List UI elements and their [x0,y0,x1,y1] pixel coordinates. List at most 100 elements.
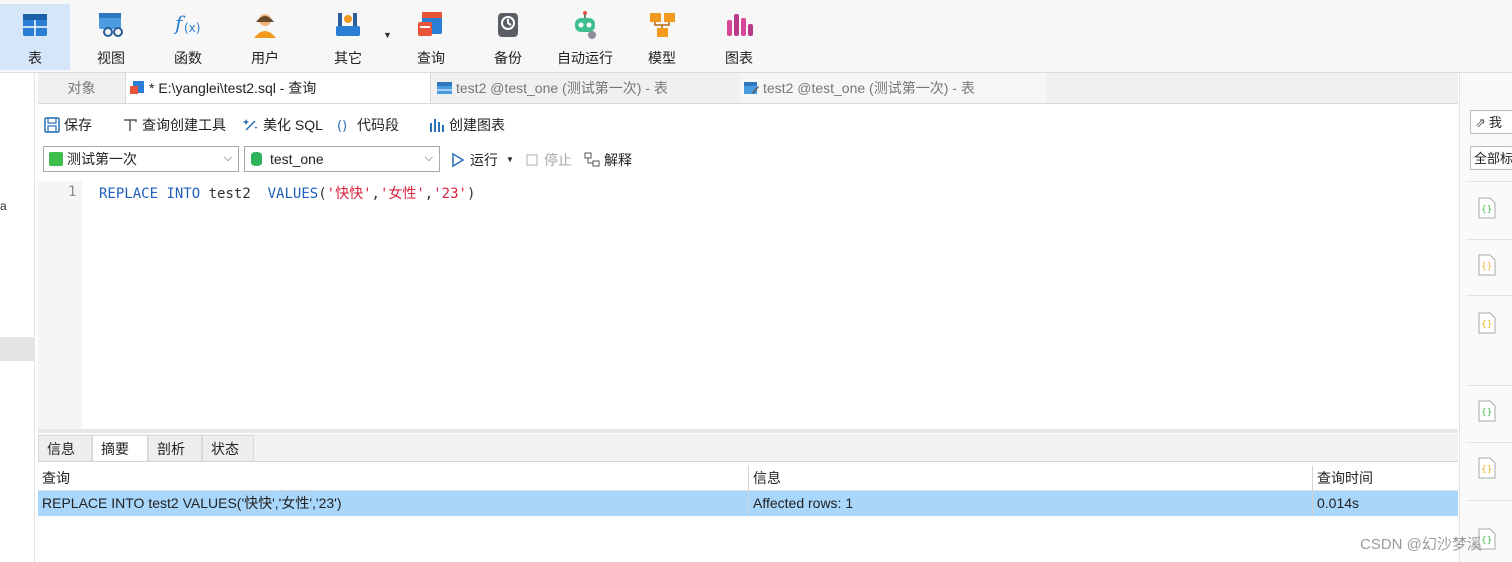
divider [1466,500,1512,501]
tab-objects-label: 对象 [67,80,96,96]
connection-select-value: 测试第一次 [67,151,137,167]
divider [1466,181,1512,182]
beautify-sql-label: 美化 SQL [263,117,323,133]
toolbar-user-button[interactable]: 用户 [230,4,300,70]
column-header-query[interactable]: 查询 [38,466,748,490]
query-file-icon [130,75,145,94]
save-button[interactable]: 保存 [44,115,92,135]
run-label: 运行 [470,152,498,168]
sql-paren: ( [318,186,327,202]
left-panel-selected-item[interactable] [0,337,34,361]
function-icon: f (x) [173,10,203,40]
chart-bars-icon [429,117,445,133]
left-navigation-panel: a [0,73,35,562]
query-builder-button[interactable]: 查询创建工具 [122,115,226,135]
code-snippet-button[interactable]: () 代码段 [337,115,399,135]
tab-table-test2-1[interactable]: test2 @test_one (测试第一次) - 表 [433,73,739,103]
save-label: 保存 [64,117,92,133]
run-button[interactable]: 运行 ▼ [450,150,514,170]
tab-info[interactable]: 信息 [38,435,92,461]
sql-code-line[interactable]: REPLACE INTO test2 VALUES('快快','女性','23'… [99,183,475,203]
right-panel-button[interactable]: ⇗ 我 [1470,110,1512,134]
tab-status[interactable]: 状态 [202,435,254,461]
sql-string: '23' [433,186,467,202]
toolbar-automation-button[interactable]: 自动运行 [550,4,620,70]
result-tab-bar: 信息 摘要 剖析 状态 [38,434,1458,462]
tab-objects[interactable]: 对象 [38,73,125,103]
toolbar-view-button[interactable]: 视图 [76,4,146,70]
connection-row: 测试第一次 ⌵ test_one ⌵ 运行 ▼ 停止 解释 [38,146,1458,174]
right-panel-filter-select[interactable]: 全部标 [1470,146,1512,170]
run-dropdown-caret-icon[interactable]: ▼ [506,150,514,170]
sql-paren: ) [466,186,476,202]
toolbar-model-label: 模型 [648,50,676,66]
stop-button[interactable]: 停止 [524,150,572,170]
other-tools-icon [333,10,363,40]
view-icon [96,10,126,40]
column-divider[interactable] [1312,466,1313,516]
snippet-file-icon[interactable]: {} [1478,400,1496,422]
editor-results-splitter[interactable] [38,429,1458,433]
tab-table-test2-2[interactable]: test2 @test_one (测试第一次) - 表 [740,73,1046,103]
table-edit-icon [744,75,759,94]
snippet-file-icon[interactable]: {} [1478,197,1496,219]
toolbar-table-button[interactable]: 表 [0,4,70,70]
snippet-file-icon[interactable]: {} [1478,312,1496,334]
column-header-info[interactable]: 信息 [749,466,1312,490]
table-icon [437,75,452,94]
toolbar-function-label: 函数 [174,50,202,66]
toolbar-user-label: 用户 [251,50,279,66]
sql-keyword: VALUES [267,186,319,202]
database-select-value: test_one [270,151,324,167]
connection-select[interactable]: 测试第一次 ⌵ [43,146,239,172]
svg-text:{}: {} [1481,536,1492,546]
backup-icon [493,10,523,40]
toolbar-backup-button[interactable]: 备份 [473,4,543,70]
tab-profile[interactable]: 剖析 [148,435,202,461]
beautify-sql-button[interactable]: 美化 SQL [243,115,323,135]
tab-query-test2[interactable]: * E:\yanglei\test2.sql - 查询 [125,73,431,103]
chevron-down-icon: ⌵ [223,152,232,164]
other-dropdown-caret-icon[interactable]: ▼ [383,30,392,40]
database-select[interactable]: test_one ⌵ [244,146,440,172]
tab-table-2-label: test2 @test_one (测试第一次) - 表 [763,80,975,96]
column-divider[interactable] [748,466,749,516]
sql-editor[interactable]: 1 REPLACE INTO test2 VALUES('快快','女性','2… [38,181,1458,429]
toolbar-chart-button[interactable]: 图表 [704,4,774,70]
tab-status-label: 状态 [211,441,239,457]
svg-text:(x): (x) [184,21,200,35]
code-snippet-label: 代码段 [357,117,399,133]
document-tab-bar: 对象 * E:\yanglei\test2.sql - 查询 test2 @te… [38,73,1458,104]
save-icon [44,117,60,133]
toolbar-automation-label: 自动运行 [557,50,613,66]
snippet-file-icon[interactable]: {} [1478,457,1496,479]
snippet-file-icon[interactable]: {} [1478,254,1496,276]
create-chart-button[interactable]: 创建图表 [429,115,505,135]
tab-summary[interactable]: 摘要 [92,435,148,461]
svg-text:{}: {} [1481,320,1492,330]
tab-info-label: 信息 [47,441,75,457]
stop-icon [524,152,540,168]
sql-keyword: INTO [166,186,201,202]
toolbar-function-button[interactable]: f (x) 函数 [153,4,223,70]
chevron-down-icon: ⌵ [424,152,433,164]
tab-table-1-label: test2 @test_one (测试第一次) - 表 [456,80,668,96]
results-table: 查询 信息 查询时间 REPLACE INTO test2 VALUES('快快… [38,466,1458,562]
toolbar-query-button[interactable]: 查询 [396,4,466,70]
sql-keyword: REPLACE [99,186,159,202]
connection-leaf-icon [49,152,63,166]
user-icon [250,10,280,40]
svg-text:{}: {} [1481,205,1492,215]
pin-icon: ⇗ [1475,115,1486,130]
watermark: CSDN @幻沙梦溪 [1360,536,1482,553]
toolbar-model-button[interactable]: 模型 [627,4,697,70]
column-header-query-time[interactable]: 查询时间 [1313,466,1458,490]
database-icon [251,152,262,166]
table-icon [20,10,50,40]
toolbar-other-button[interactable]: 其它 [313,4,383,70]
sql-table-name: test2 [208,186,251,202]
editor-toolbar: 保存 查询创建工具 美化 SQL () 代码段 创建图表 [38,110,1458,140]
explain-icon [584,152,600,168]
cell-info: Affected rows: 1 [753,495,854,511]
explain-button[interactable]: 解释 [584,150,632,170]
